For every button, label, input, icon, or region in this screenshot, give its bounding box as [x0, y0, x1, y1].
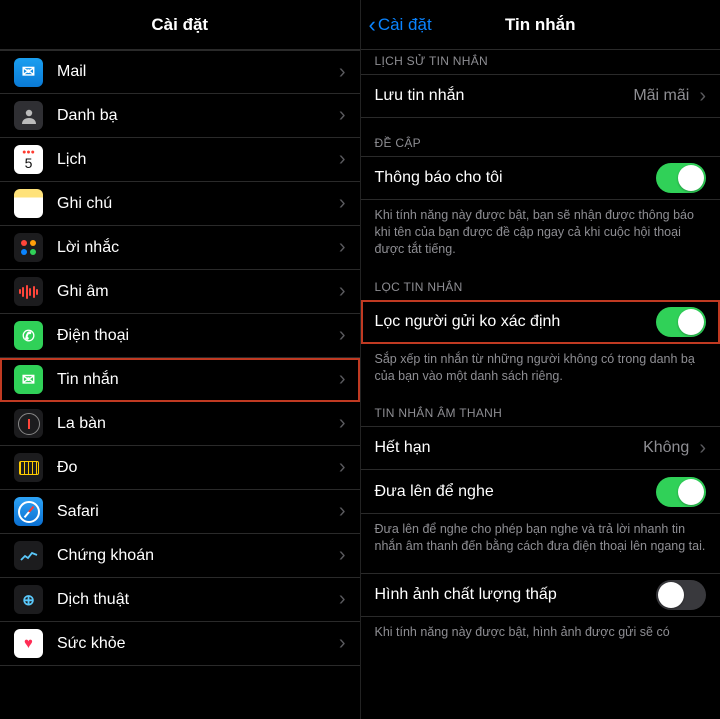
raise-to-listen-toggle[interactable] — [656, 477, 706, 507]
row-label: Hình ảnh chất lượng thấp — [375, 586, 657, 604]
chevron-right-icon: › — [339, 324, 346, 347]
measure-icon — [14, 453, 43, 482]
section-filter: LỌC TIN NHẮN — [361, 262, 720, 300]
stocks-icon — [14, 541, 43, 570]
filter-unknown-row[interactable]: Lọc người gửi ko xác định — [361, 300, 720, 344]
notes-icon — [14, 189, 43, 218]
expire-row[interactable]: Hết hạn Không › — [361, 426, 720, 470]
row-label: Sức khỏe — [57, 635, 335, 653]
messages-icon: ✉︎ — [14, 365, 43, 394]
settings-row-phone[interactable]: ✆ Điện thoại › — [0, 314, 360, 358]
right-title: Tin nhắn — [505, 15, 576, 35]
section-audio: TIN NHẮN ÂM THANH — [361, 388, 720, 426]
settings-row-notes[interactable]: Ghi chú › — [0, 182, 360, 226]
compass-icon — [14, 409, 43, 438]
settings-row-reminders[interactable]: Lời nhắc › — [0, 226, 360, 270]
row-label: Đo — [57, 459, 335, 477]
row-label: Thông báo cho tôi — [375, 169, 657, 187]
back-button[interactable]: ‹ Cài đặt — [369, 14, 432, 36]
chevron-right-icon: › — [339, 412, 346, 435]
raise-footer: Đưa lên để nghe cho phép bạn nghe và trả… — [361, 514, 720, 559]
row-label: Lọc người gửi ko xác định — [375, 313, 657, 331]
settings-row-messages[interactable]: ✉︎ Tin nhắn › — [0, 358, 360, 402]
chevron-right-icon: › — [339, 456, 346, 479]
row-label: Tin nhắn — [57, 371, 335, 389]
row-value: Mãi mãi — [633, 87, 689, 105]
voice-memos-icon — [14, 277, 43, 306]
phone-icon: ✆ — [14, 321, 43, 350]
chevron-right-icon: › — [339, 280, 346, 303]
chevron-right-icon: › — [339, 192, 346, 215]
right-header: ‹ Cài đặt Tin nhắn — [361, 0, 720, 50]
settings-row-voice-memos[interactable]: Ghi âm › — [0, 270, 360, 314]
row-label: Dịch thuật — [57, 591, 335, 609]
row-label: Lời nhắc — [57, 239, 335, 257]
chevron-right-icon: › — [699, 437, 706, 460]
settings-list[interactable]: ✉︎ Mail › Danh bạ › ●●●5 Lịch › G — [0, 50, 360, 719]
chevron-right-icon: › — [339, 588, 346, 611]
chevron-right-icon: › — [699, 85, 706, 108]
low-quality-row[interactable]: Hình ảnh chất lượng thấp — [361, 573, 720, 617]
calendar-icon: ●●●5 — [14, 145, 43, 174]
back-label: Cài đặt — [378, 15, 432, 35]
row-label: Lưu tin nhắn — [375, 87, 634, 105]
chevron-right-icon: › — [339, 236, 346, 259]
translate-icon: ⊕ — [14, 585, 43, 614]
raise-to-listen-row[interactable]: Đưa lên để nghe — [361, 470, 720, 514]
settings-row-translate[interactable]: ⊕ Dịch thuật › — [0, 578, 360, 622]
settings-row-contacts[interactable]: Danh bạ › — [0, 94, 360, 138]
chevron-right-icon: › — [339, 368, 346, 391]
row-label: Chứng khoán — [57, 547, 335, 565]
health-icon: ♥ — [14, 629, 43, 658]
chevron-right-icon: › — [339, 61, 346, 84]
contacts-icon — [14, 101, 43, 130]
row-label: Hết hạn — [375, 439, 644, 457]
safari-icon — [14, 497, 43, 526]
filter-unknown-toggle[interactable] — [656, 307, 706, 337]
chevron-right-icon: › — [339, 148, 346, 171]
row-label: Mail — [57, 63, 335, 81]
settings-row-measure[interactable]: Đo › — [0, 446, 360, 490]
row-label: Safari — [57, 503, 335, 521]
messages-settings-pane: ‹ Cài đặt Tin nhắn LỊCH SỬ TIN NHẮN Lưu … — [361, 0, 720, 719]
section-history: LỊCH SỬ TIN NHẮN — [361, 50, 720, 74]
chevron-right-icon: › — [339, 104, 346, 127]
left-title: Cài đặt — [151, 15, 208, 35]
row-label: La bàn — [57, 415, 335, 433]
left-header: Cài đặt — [0, 0, 360, 50]
row-label: Lịch — [57, 151, 335, 169]
row-label: Đưa lên để nghe — [375, 483, 657, 501]
row-label: Ghi chú — [57, 195, 335, 213]
low-quality-toggle[interactable] — [656, 580, 706, 610]
chevron-left-icon: ‹ — [369, 14, 376, 36]
mail-icon: ✉︎ — [14, 58, 43, 87]
notify-me-toggle[interactable] — [656, 163, 706, 193]
settings-row-safari[interactable]: Safari › — [0, 490, 360, 534]
filter-unknown-footer: Sắp xếp tin nhắn từ những người không có… — [361, 344, 720, 389]
row-label: Ghi âm — [57, 283, 335, 301]
settings-row-stocks[interactable]: Chứng khoán › — [0, 534, 360, 578]
settings-row-health[interactable]: ♥ Sức khỏe › — [0, 622, 360, 666]
settings-pane: Cài đặt ✉︎ Mail › Danh bạ › ●●●5 Lịch › — [0, 0, 361, 719]
section-mentions: ĐỀ CẬP — [361, 118, 720, 156]
notify-me-row[interactable]: Thông báo cho tôi — [361, 156, 720, 200]
low-quality-footer: Khi tính năng này được bật, hình ảnh đượ… — [361, 617, 720, 645]
reminders-icon — [14, 233, 43, 262]
notify-me-footer: Khi tính năng này được bật, bạn sẽ nhận … — [361, 200, 720, 262]
chevron-right-icon: › — [339, 500, 346, 523]
settings-row-mail[interactable]: ✉︎ Mail › — [0, 50, 360, 94]
row-label: Danh bạ — [57, 107, 335, 125]
settings-row-compass[interactable]: La bàn › — [0, 402, 360, 446]
keep-messages-row[interactable]: Lưu tin nhắn Mãi mãi › — [361, 74, 720, 118]
row-value: Không — [643, 439, 689, 457]
settings-row-calendar[interactable]: ●●●5 Lịch › — [0, 138, 360, 182]
chevron-right-icon: › — [339, 632, 346, 655]
chevron-right-icon: › — [339, 544, 346, 567]
row-label: Điện thoại — [57, 327, 335, 345]
screenshot-container: Cài đặt ✉︎ Mail › Danh bạ › ●●●5 Lịch › — [0, 0, 720, 719]
messages-settings-content[interactable]: LỊCH SỬ TIN NHẮN Lưu tin nhắn Mãi mãi › … — [361, 50, 720, 719]
